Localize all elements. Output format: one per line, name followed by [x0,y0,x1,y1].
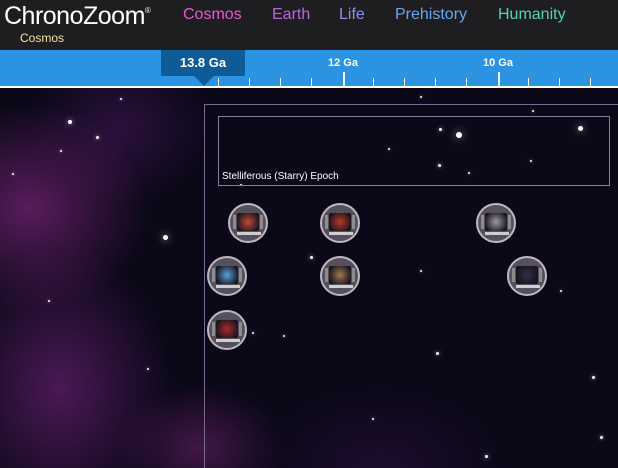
nav-cosmos[interactable]: Cosmos [183,6,242,24]
tile-bar-icon [329,285,353,288]
artifact-tile[interactable] [476,203,516,243]
tile-side-icon [508,215,511,229]
tile-bar-icon [216,285,240,288]
artifact-tile[interactable] [207,310,247,350]
star-icon [163,235,168,240]
top-bar: ChronoZoom® Cosmos Cosmos Earth Life Pre… [0,0,618,50]
red-nebula-icon [329,213,351,231]
tile-side-icon [239,322,242,336]
star-icon [60,150,62,152]
star-icon [120,98,122,100]
artifact-tile[interactable] [507,256,547,296]
tile-side-icon [212,268,215,282]
star-burst-icon [485,213,507,231]
tile-side-icon [352,268,355,282]
artifact-tile[interactable] [207,256,247,296]
red-sky-icon [216,320,238,338]
landscape-icon [329,266,351,284]
spiral-galaxy-icon [237,213,259,231]
star-icon [96,136,99,139]
artifact-tile[interactable] [320,256,360,296]
timescale-minor-tick [466,78,467,86]
breadcrumb[interactable]: Cosmos [20,31,64,45]
tile-bar-icon [485,232,509,235]
tile-side-icon [325,215,328,229]
tile-side-icon [260,215,263,229]
timescale-major-tick [498,72,500,86]
timescale-minor-tick [280,78,281,86]
tile-bar-icon [516,285,540,288]
timescale-minor-tick [590,78,591,86]
star-icon [12,173,14,175]
tile-side-icon [352,215,355,229]
tile-side-icon [325,268,328,282]
timescale-minor-tick [311,78,312,86]
dark-galaxy-icon [516,266,538,284]
timescale-minor-tick [218,78,219,86]
nav-humanity[interactable]: Humanity [498,6,566,24]
current-time-marker[interactable]: 13.8 Ga [161,50,245,76]
nav-prehistory[interactable]: Prehistory [395,6,467,24]
artifact-tile[interactable] [228,203,268,243]
star-icon [147,368,149,370]
timescale-major-tick [343,72,345,86]
tile-bar-icon [237,232,261,235]
heat-map-icon [216,266,238,284]
star-icon [68,120,72,124]
tick-label-12ga: 12 Ga [328,57,358,69]
star-icon [420,96,422,98]
registered-mark: ® [144,5,151,15]
logo-text: ChronoZoom [4,2,145,30]
star-icon [48,300,50,302]
marker-pointer-icon [194,76,214,86]
tile-side-icon [212,322,215,336]
tile-side-icon [512,268,515,282]
tile-bar-icon [329,232,353,235]
nav-life[interactable]: Life [339,6,365,24]
tile-side-icon [233,215,236,229]
artifact-tile[interactable] [320,203,360,243]
tile-side-icon [539,268,542,282]
timescale-minor-tick [373,78,374,86]
tile-side-icon [239,268,242,282]
tile-side-icon [481,215,484,229]
chronozoom-logo[interactable]: ChronoZoom® [4,2,151,31]
timescale-minor-tick [435,78,436,86]
tick-label-10ga: 10 Ga [483,57,513,69]
timescale-minor-tick [528,78,529,86]
epoch-title[interactable]: Stelliferous (Starry) Epoch [222,171,339,182]
zoom-canvas[interactable]: Stelliferous (Starry) Epoch [0,88,618,468]
timescale-minor-tick [404,78,405,86]
tile-bar-icon [216,339,240,342]
nav-earth[interactable]: Earth [272,6,310,24]
timescale-minor-tick [249,78,250,86]
timescale[interactable]: 12 Ga 10 Ga [0,50,618,86]
timescale-minor-tick [559,78,560,86]
